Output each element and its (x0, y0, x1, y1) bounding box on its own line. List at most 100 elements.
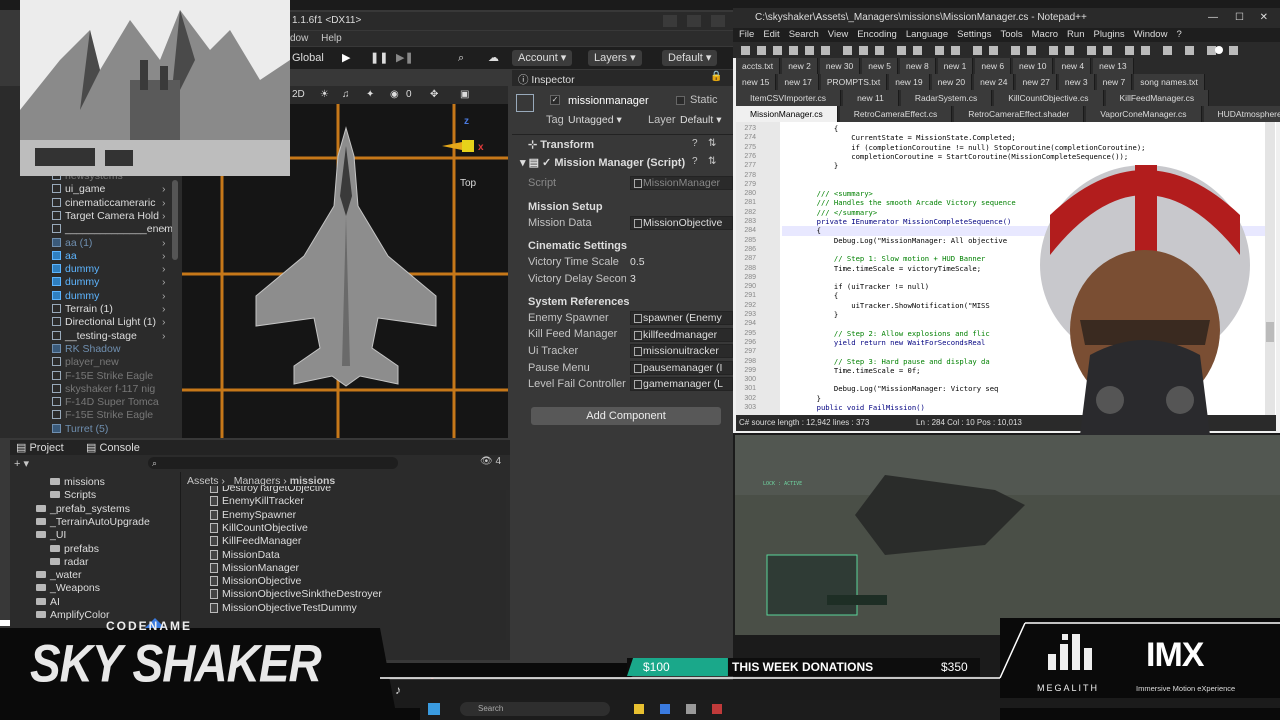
menu-help[interactable]: Help (321, 33, 342, 44)
move-tool-icon[interactable]: ✥ (430, 87, 438, 103)
code-line[interactable]: Debug.Log("MissionManager: Victory seq (782, 384, 998, 393)
notepad-file-tab[interactable]: new 10 (1013, 58, 1054, 74)
help-icon[interactable]: ? (692, 156, 698, 167)
folder-tree-item[interactable]: Scripts (50, 489, 96, 501)
code-line[interactable]: uiTracker.ShowNotification("MISS (782, 301, 989, 310)
notepad-menu-item[interactable]: Plugins (1093, 29, 1124, 40)
maximize-button[interactable] (687, 15, 701, 27)
minimize-button[interactable] (663, 15, 677, 27)
code-line[interactable]: /// </summary> (782, 208, 878, 217)
hierarchy-item[interactable]: ______________enem › (52, 223, 173, 236)
notepad-file-tab[interactable]: new 27 (1016, 74, 1057, 90)
code-line[interactable]: Time.timeScale = victoryTimeScale; (782, 264, 981, 273)
notepad-file-tab[interactable]: HUDAtmosphereDisplay.cs (1203, 106, 1280, 122)
notepad-menu-item[interactable]: Settings (957, 29, 991, 40)
code-line[interactable]: /// Handles the smooth Arcade Victory se… (782, 198, 1016, 207)
hierarchy-item[interactable]: dummy › (52, 263, 166, 276)
tag-dropdown[interactable]: Untagged ▾ (568, 114, 636, 126)
project-search-input[interactable]: ⌕ (148, 457, 398, 469)
hierarchy-item[interactable]: dummy › (52, 276, 166, 289)
lighting-icon[interactable]: ☀ (320, 87, 329, 103)
notepad-menu-item[interactable]: Window (1134, 29, 1168, 40)
code-line[interactable]: yield return new WaitForSecondsReal (782, 338, 985, 347)
2d-toggle[interactable]: 2D (292, 87, 305, 103)
object-name-field[interactable]: missionmanager (568, 95, 649, 107)
hierarchy-scrollbar[interactable] (172, 180, 178, 260)
notepad-file-tab[interactable]: KillCountObjective.cs (994, 90, 1104, 106)
code-line[interactable]: } (782, 161, 838, 170)
notepad-menu-item[interactable]: ? (1176, 29, 1181, 40)
hierarchy-item[interactable]: dummy › (52, 290, 166, 303)
code-line[interactable]: // Step 1: Slow motion + HUD Banner (782, 254, 985, 263)
layer-dropdown[interactable]: Default ▾ (680, 114, 733, 126)
create-button[interactable]: + ▾ (14, 457, 29, 470)
folder-tree-item[interactable]: _TerrainAutoUpgrade (36, 516, 150, 528)
folder-tree-item[interactable]: radar (50, 556, 89, 568)
code-line[interactable]: Debug.Log("MissionManager: All objective (782, 236, 1007, 245)
code-line[interactable]: /// <summary> (782, 189, 873, 198)
expand-arrow-icon[interactable]: › (162, 290, 166, 303)
expand-arrow-icon[interactable]: › (162, 303, 166, 316)
notepad-file-tab[interactable]: MissionManager.cs (736, 106, 838, 122)
notepad-file-tab[interactable]: song names.txt (1134, 74, 1205, 90)
notepad-menu-item[interactable]: Encoding (857, 29, 897, 40)
notepad-file-tab[interactable]: new 20 (931, 74, 973, 90)
settings-icon[interactable]: ⇅ (708, 156, 716, 167)
code-line[interactable]: Time.timeScale = 0f; (782, 366, 921, 375)
minimize-button[interactable]: — (1208, 8, 1218, 28)
notepad-file-tab[interactable]: new 7 (1096, 74, 1133, 90)
notepad-file-tab[interactable]: new 11 (843, 90, 899, 106)
help-icon[interactable]: ? (692, 138, 698, 149)
code-line[interactable]: public void FailMission() (782, 403, 925, 412)
folder-tree-item[interactable]: missions (50, 476, 105, 488)
add-component-button[interactable]: Add Component (531, 407, 721, 425)
notepad-file-tab[interactable]: new 8 (899, 58, 936, 74)
notepad-file-tab[interactable]: VaporConeManager.cs (1086, 106, 1202, 122)
notepad-menu-item[interactable]: Search (789, 29, 819, 40)
notepad-file-tab[interactable]: new 2 (782, 58, 818, 74)
expand-arrow-icon[interactable]: › (162, 197, 166, 210)
notepad-file-tab[interactable]: new 15 (736, 74, 777, 90)
expand-arrow-icon[interactable]: › (162, 263, 166, 276)
expand-arrow-icon[interactable]: › (162, 210, 166, 223)
notepad-file-tab[interactable]: new 30 (819, 58, 861, 74)
app-icon[interactable] (712, 704, 722, 714)
pause-menu-field[interactable]: pausemanager (I (630, 361, 733, 375)
pivot-global-toggle[interactable]: Global (292, 50, 324, 66)
search-icon[interactable]: ⌕ (458, 50, 464, 66)
folder-tree-item[interactable]: prefabs (50, 543, 99, 555)
notepad-file-tab[interactable]: new 3 (1058, 74, 1095, 90)
notepad-file-tab[interactable]: new 5 (862, 58, 898, 74)
effects-icon[interactable]: ✦ (366, 87, 374, 103)
notepad-file-tab[interactable]: ItemCSVImporter.cs (736, 90, 842, 106)
code-line[interactable]: } (782, 394, 821, 403)
close-button[interactable]: ✕ (1260, 8, 1268, 28)
code-line[interactable]: // Step 3: Hard pause and display da (782, 357, 990, 366)
folder-tree-item[interactable]: AI (36, 596, 60, 608)
asset-file-item[interactable]: MissionData (210, 549, 280, 561)
mission-manager-foldout[interactable]: ▾ ▤ ✓ Mission Manager (Script) (520, 156, 685, 169)
notepad-menu-item[interactable]: Language (906, 29, 948, 40)
notepad-file-tab[interactable]: new 4 (1055, 58, 1092, 74)
console-tab[interactable]: ▤ Console (86, 441, 140, 454)
notepad-file-tab[interactable]: new 17 (778, 74, 819, 90)
asset-file-item[interactable]: EnemySpawner (210, 509, 296, 521)
hierarchy-item[interactable]: F-15E Strike Eagle (52, 370, 153, 383)
pause-button[interactable]: ❚❚ (370, 50, 388, 66)
asset-file-item[interactable]: MissionObjectiveTestDummy (210, 602, 357, 614)
settings-icon[interactable]: ⇅ (708, 138, 716, 149)
hierarchy-item[interactable]: F-14D Super Tomca (52, 396, 159, 409)
active-checkbox[interactable]: ✓ (550, 95, 560, 105)
code-line[interactable]: CurrentState = MissionState.Completed; (782, 133, 1015, 142)
gizmos-icon[interactable]: ▣ (460, 87, 469, 103)
hierarchy-item[interactable]: Terrain (1) › (52, 303, 166, 316)
hierarchy-item[interactable]: skyshaker f-117 nig (52, 383, 155, 396)
notepad-file-tab[interactable]: KillFeedManager.cs (1105, 90, 1210, 106)
notepad-menu-item[interactable]: File (739, 29, 754, 40)
layers-dropdown[interactable]: Layers ▾ (588, 50, 642, 66)
hierarchy-item[interactable]: Target Camera Hold › (52, 210, 166, 223)
windows-start-icon[interactable] (428, 703, 440, 715)
orientation-gizmo[interactable]: x z Top (442, 116, 498, 189)
project-tab[interactable]: ▤ Project (16, 441, 64, 454)
code-line[interactable]: { (782, 124, 838, 133)
